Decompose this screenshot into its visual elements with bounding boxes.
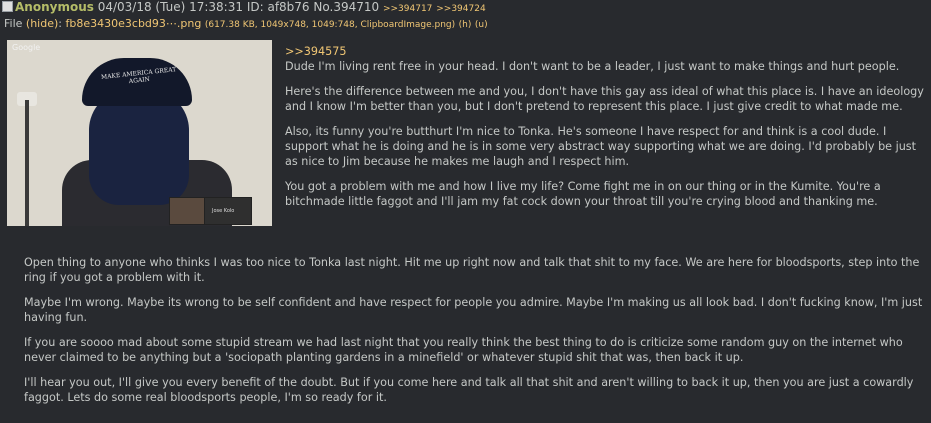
- participant-video: Jose Kolo: [204, 197, 252, 225]
- file-meta: (617.38 KB, 1049x748, 1049:748, Clipboar…: [204, 20, 456, 30]
- person-head: [89, 90, 189, 205]
- paragraph: Open thing to anyone who thinks I was to…: [24, 256, 920, 284]
- file-u-link[interactable]: (u): [475, 20, 488, 30]
- hide-link[interactable]: (hide): [26, 17, 58, 30]
- paragraph: Dude I'm living rent free in your head. …: [285, 60, 900, 73]
- file-info: File (hide): fb8e3430e3cbd93⋯.png (617.3…: [4, 17, 488, 30]
- file-name-link[interactable]: fb8e3430e3cbd93⋯.png: [66, 17, 202, 30]
- participant-name: Jose Kolo: [212, 208, 235, 214]
- post-number[interactable]: No.394710: [313, 0, 379, 14]
- post: Anonymous 04/03/18 (Tue) 17:38:31 ID: af…: [0, 0, 931, 423]
- poster-id[interactable]: af8b76: [267, 0, 309, 14]
- paragraph: If you are soooo mad about some stupid s…: [24, 336, 903, 364]
- paragraph: I'll hear you out, I'll give you every b…: [24, 376, 914, 404]
- participant-video: [169, 197, 205, 225]
- paragraph: You got a problem with me and how I live…: [285, 180, 881, 208]
- backlink[interactable]: >>394724: [436, 4, 485, 14]
- post-body-full: Open thing to anyone who thinks I was to…: [24, 255, 924, 405]
- select-checkbox[interactable]: [2, 1, 13, 12]
- id-label: ID:: [246, 0, 264, 14]
- google-label: Google: [12, 43, 41, 52]
- post-body-side: >>394575 Dude I'm living rent free in yo…: [285, 44, 925, 209]
- quote-link[interactable]: >>394575: [285, 44, 925, 59]
- paragraph: Here's the difference between me and you…: [285, 85, 924, 113]
- paragraph: Also, its funny you're butthurt I'm nice…: [285, 125, 917, 168]
- post-datetime: 04/03/18 (Tue) 17:38:31: [97, 0, 243, 14]
- lamp: [25, 100, 29, 226]
- post-header: Anonymous 04/03/18 (Tue) 17:38:31 ID: af…: [2, 0, 486, 15]
- paragraph: Maybe I'm wrong. Maybe its wrong to be s…: [24, 296, 923, 324]
- poster-name: Anonymous: [15, 0, 94, 14]
- backlink[interactable]: >>394717: [383, 4, 432, 14]
- file-h-link[interactable]: (h): [459, 20, 472, 30]
- file-label: File: [4, 17, 23, 30]
- post-image-thumbnail[interactable]: Google MAKE AMERICA GREAT AGAIN Jose Kol…: [7, 40, 272, 226]
